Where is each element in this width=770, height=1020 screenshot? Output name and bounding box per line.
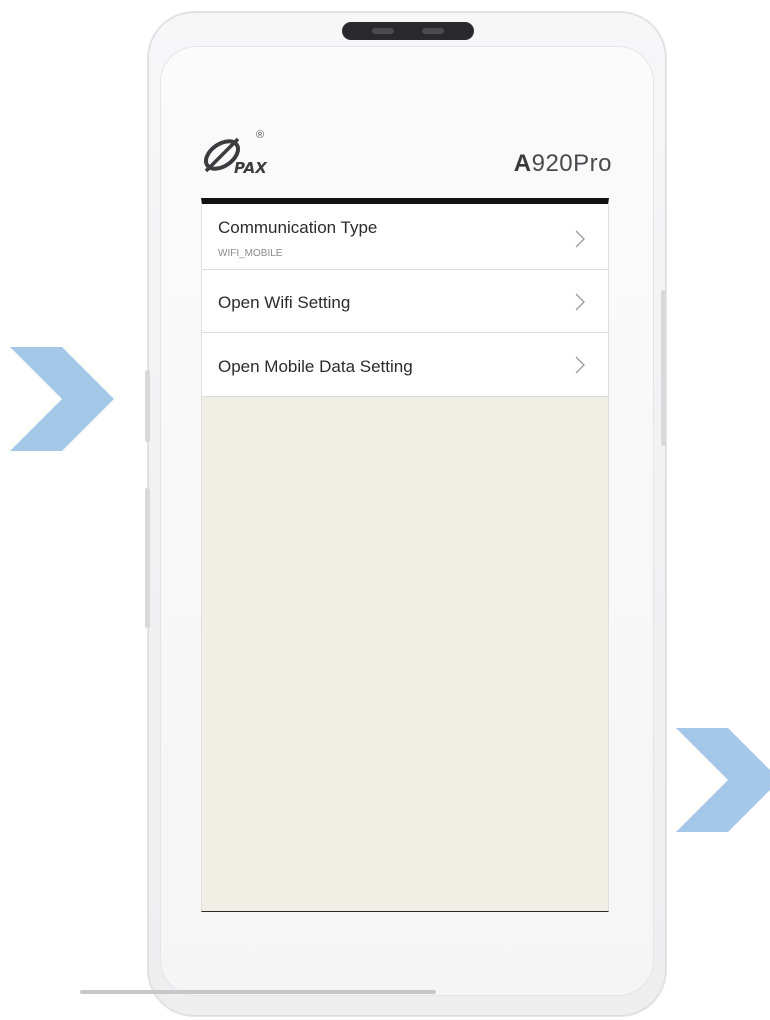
svg-text:PAX: PAX xyxy=(234,159,268,177)
chevron-right-icon xyxy=(574,292,586,312)
model-prefix: A xyxy=(513,150,532,177)
communication-type-value: WIFI_MOBILE xyxy=(218,248,283,259)
side-button-left-upper xyxy=(145,370,150,442)
device-model-label: A920Pro xyxy=(480,150,612,178)
chevron-right-icon xyxy=(574,355,586,375)
side-button-right xyxy=(661,290,666,446)
camera-lens xyxy=(372,28,394,34)
open-mobile-data-setting-item[interactable]: Open Mobile Data Setting xyxy=(202,333,608,397)
annotation-arrow-right-icon xyxy=(676,728,770,832)
communication-type-title: Communication Type xyxy=(218,218,378,237)
pax-logo: PAX ® xyxy=(200,129,300,181)
open-mobile-data-setting-title: Open Mobile Data Setting xyxy=(218,357,413,376)
open-wifi-setting-title: Open Wifi Setting xyxy=(218,293,351,312)
model-suffix: 920Pro xyxy=(531,150,612,177)
chevron-right-icon xyxy=(574,229,586,249)
registered-mark: ® xyxy=(256,129,265,141)
device-bottom-groove xyxy=(80,990,436,994)
speaker-grille xyxy=(422,28,444,34)
communication-type-item[interactable]: Communication Type WIFI_MOBILE xyxy=(202,204,608,270)
settings-list: Communication Type WIFI_MOBILE Open Wifi… xyxy=(202,204,608,397)
side-button-left-lower xyxy=(145,488,150,628)
camera-speaker-slot xyxy=(342,22,474,40)
device-screen: Communication Type WIFI_MOBILE Open Wifi… xyxy=(201,198,609,912)
stage: PAX ® A920Pro Communication Type WIFI_MO… xyxy=(0,0,770,1020)
open-wifi-setting-item[interactable]: Open Wifi Setting xyxy=(202,270,608,333)
annotation-arrow-left-icon xyxy=(10,347,114,451)
